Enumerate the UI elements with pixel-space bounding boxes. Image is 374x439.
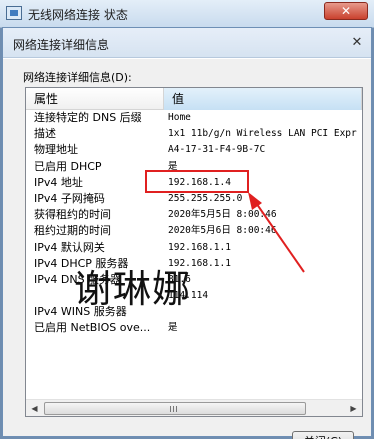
table-row[interactable]: IPv4 默认网关 192.168.1.1 bbox=[26, 240, 362, 256]
property-cell: 物理地址 bbox=[34, 143, 78, 157]
value-cell: 114.114 bbox=[168, 290, 209, 302]
table-row[interactable]: 已启用 NetBIOS ove... 是 bbox=[26, 320, 362, 336]
dialog-titlebar: 网络连接详细信息 ✕ bbox=[3, 28, 371, 58]
dialog-title: 网络连接详细信息 bbox=[13, 38, 110, 52]
table-row[interactable]: 获得租约的时间 2020年5月5日 8:00:46 bbox=[26, 207, 362, 223]
property-cell: 获得租约的时间 bbox=[34, 208, 111, 222]
dialog-close-icon[interactable]: ✕ bbox=[347, 34, 367, 52]
column-header-property[interactable]: 属性 bbox=[26, 88, 164, 110]
value-cell bbox=[164, 304, 362, 320]
network-status-icon bbox=[6, 6, 22, 20]
parent-window-title: 无线网络连接 状态 bbox=[28, 8, 128, 22]
scroll-right-arrow-icon[interactable]: ▶ bbox=[345, 401, 362, 416]
horizontal-scrollbar[interactable]: ◀ ▶ bbox=[26, 399, 362, 416]
close-button[interactable]: 关闭(C) bbox=[292, 431, 354, 439]
property-cell: IPv4 子网掩码 bbox=[34, 191, 105, 205]
parent-window-titlebar: 无线网络连接 状态 ✕ bbox=[0, 0, 374, 28]
property-cell: IPv4 默认网关 bbox=[34, 240, 105, 254]
value-cell: Home bbox=[168, 112, 191, 123]
value-cell: A4-17-31-F4-9B-7C bbox=[168, 144, 266, 156]
details-section-label: 网络连接详细信息(D): bbox=[23, 71, 132, 84]
property-cell: IPv4 地址 bbox=[34, 175, 83, 189]
table-row[interactable]: 租约过期的时间 2020年5月6日 8:00:46 bbox=[26, 223, 362, 239]
value-cell: 1x1 11b/g/n Wireless LAN PCI Expr bbox=[168, 128, 357, 140]
column-header-value[interactable]: 值 bbox=[164, 88, 362, 110]
parent-close-button[interactable]: ✕ bbox=[324, 2, 368, 20]
scrollbar-thumb[interactable] bbox=[44, 402, 306, 415]
table-row[interactable]: IPv4 子网掩码 255.255.255.0 bbox=[26, 191, 362, 207]
annotation-arrow-icon bbox=[248, 192, 305, 273]
property-cell: 租约过期的时间 bbox=[34, 224, 111, 238]
details-listview[interactable]: 属性 值 连接特定的 DNS 后缀 Home 描述 1x1 11b/g/n Wirel… bbox=[25, 87, 363, 417]
table-row[interactable]: 描述 1x1 11b/g/n Wireless LAN PCI Expr bbox=[26, 126, 362, 142]
property-cell: 描述 bbox=[34, 127, 56, 141]
table-row[interactable]: 连接特定的 DNS 后缀 Home bbox=[26, 110, 362, 126]
property-cell: 已启用 NetBIOS ove... bbox=[34, 321, 151, 335]
watermark-text: 谢琳娜 bbox=[74, 267, 192, 311]
value-cell: 是 bbox=[168, 322, 178, 334]
table-row[interactable]: 物理地址 A4-17-31-F4-9B-7C bbox=[26, 142, 362, 158]
property-cell: 已启用 DHCP bbox=[34, 159, 102, 173]
scroll-left-arrow-icon[interactable]: ◀ bbox=[26, 401, 43, 416]
listview-header: 属性 值 bbox=[26, 88, 362, 110]
network-details-dialog: 网络连接详细信息 ✕ 网络连接详细信息(D): 属性 值 连接特定的 DNS 后… bbox=[2, 27, 372, 439]
dialog-body: 网络连接详细信息(D): 属性 值 连接特定的 DNS 后缀 Home 描述 1x1 … bbox=[3, 59, 371, 439]
property-cell: 连接特定的 DNS 后缀 bbox=[34, 111, 142, 124]
